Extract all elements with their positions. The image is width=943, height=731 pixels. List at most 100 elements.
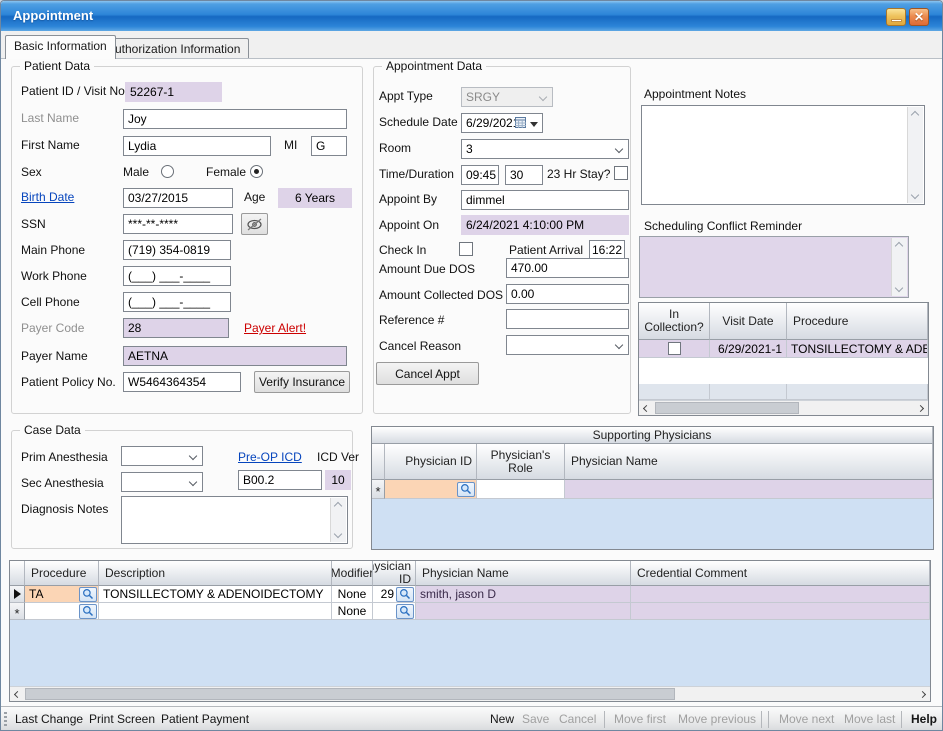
move-previous-button[interactable]: Move previous xyxy=(678,712,756,726)
move-last-button[interactable]: Move last xyxy=(844,712,895,726)
amount-due-field[interactable]: 470.00 xyxy=(506,258,629,278)
verify-insurance-button[interactable]: Verify Insurance xyxy=(254,371,350,393)
sp-physician-id-cell[interactable] xyxy=(385,480,477,499)
physician-id-search-button[interactable] xyxy=(457,482,475,497)
visit-grid-row[interactable]: 6/29/2021-1 TONSILLECTOMY & ADENOIDECTOM… xyxy=(639,340,928,358)
schedule-date-picker[interactable]: 6/29/2021 xyxy=(461,113,543,133)
ssn-reveal-button[interactable] xyxy=(241,213,268,235)
credential-comment-cell xyxy=(631,603,930,620)
reference-field[interactable] xyxy=(506,309,629,329)
time-field[interactable]: 09:45 xyxy=(461,165,499,185)
description-cell[interactable] xyxy=(99,603,332,620)
patient-arrival-label: Patient Arrival xyxy=(509,243,583,257)
check-in-label: Check In xyxy=(379,243,426,257)
birth-date-field[interactable]: 03/27/2015 xyxy=(123,188,233,208)
help-button[interactable]: Help xyxy=(911,712,937,726)
room-combo[interactable]: 3 xyxy=(461,139,629,159)
procedure-grid-row[interactable]: TA TONSILLECTOMY & ADENOIDECTOMY None 29 xyxy=(10,586,930,603)
minimize-button[interactable] xyxy=(886,8,906,26)
last-change-button[interactable]: Last Change xyxy=(15,712,83,726)
procedure-grid-new-row[interactable]: * None xyxy=(10,603,930,620)
prim-anesthesia-combo[interactable] xyxy=(121,446,203,466)
room-label: Room xyxy=(379,141,411,155)
toolbar-grip xyxy=(4,712,7,728)
physician-id-search-button[interactable] xyxy=(396,587,414,602)
schedule-date-value: 6/29/2021 xyxy=(466,116,519,130)
procedure-cell[interactable] xyxy=(25,603,99,620)
scrollbar-thumb[interactable] xyxy=(25,688,675,700)
physician-name-cell: smith, jason D xyxy=(416,586,631,603)
procedure-value: TA xyxy=(29,587,43,601)
save-button[interactable]: Save xyxy=(522,712,549,726)
sp-physician-role-cell[interactable] xyxy=(477,480,565,499)
tab-authorization-information[interactable]: Authorization Information xyxy=(98,38,249,58)
duration-field[interactable]: 30 xyxy=(505,165,543,185)
eye-slash-icon xyxy=(246,218,263,231)
visit-grid-hscrollbar[interactable] xyxy=(639,400,928,415)
procedure-grid: Procedure Description Modifier Physician… xyxy=(9,560,931,702)
preop-icd-link[interactable]: Pre-OP ICD xyxy=(238,450,302,464)
tab-basic-information[interactable]: Basic Information xyxy=(5,35,116,59)
ssn-field[interactable]: ***-**-**** xyxy=(123,214,233,234)
modifier-cell[interactable]: None xyxy=(332,586,373,603)
patient-arrival-field[interactable]: 16:22 xyxy=(589,240,625,260)
close-button[interactable]: ✕ xyxy=(909,8,929,26)
diagnosis-scrollbar[interactable] xyxy=(330,498,346,542)
credential-comment-cell xyxy=(631,586,930,603)
hr23-checkbox[interactable] xyxy=(614,166,628,180)
chevron-down-icon xyxy=(615,341,623,349)
check-in-checkbox[interactable] xyxy=(459,242,473,256)
move-next-button[interactable]: Move next xyxy=(779,712,834,726)
notes-scrollbar[interactable] xyxy=(907,107,923,203)
policy-field[interactable]: W5464364354 xyxy=(123,372,241,392)
print-screen-button[interactable]: Print Screen xyxy=(89,712,155,726)
male-radio[interactable] xyxy=(161,165,174,178)
first-name-label: First Name xyxy=(21,138,80,152)
procedure-search-button[interactable] xyxy=(79,604,97,619)
case-data-legend: Case Data xyxy=(20,423,85,437)
cancel-reason-combo[interactable] xyxy=(506,335,629,355)
appt-type-label: Appt Type xyxy=(379,89,433,103)
physician-id-cell[interactable]: 29 xyxy=(373,586,416,603)
work-phone-label: Work Phone xyxy=(21,269,87,283)
work-phone-field[interactable]: (___) ___-____ xyxy=(123,266,231,286)
patient-id-value: 52267-1 xyxy=(125,82,222,102)
appointment-window: Appointment ✕ Basic Information Authoriz… xyxy=(0,0,943,731)
preop-icd-field[interactable]: B00.2 xyxy=(238,470,322,490)
mi-field[interactable]: G xyxy=(311,136,347,156)
sec-anesthesia-combo[interactable] xyxy=(121,472,203,492)
modifier-cell[interactable]: None xyxy=(332,603,373,620)
scrollbar-thumb[interactable] xyxy=(655,402,799,414)
description-cell[interactable]: TONSILLECTOMY & ADENOIDECTOMY xyxy=(99,586,332,603)
birth-date-link[interactable]: Birth Date xyxy=(21,190,74,204)
cancel-appt-button[interactable]: Cancel Appt xyxy=(376,362,479,385)
appointment-notes-label: Appointment Notes xyxy=(644,87,746,101)
magnifier-icon xyxy=(82,588,94,600)
amount-collected-field[interactable]: 0.00 xyxy=(506,284,629,304)
main-phone-field[interactable]: (719) 354-0819 xyxy=(123,240,231,260)
diagnosis-notes-textarea[interactable] xyxy=(121,496,348,544)
cell-phone-label: Cell Phone xyxy=(21,295,80,309)
procedure-search-button[interactable] xyxy=(79,587,97,602)
appointment-notes-textarea[interactable] xyxy=(641,105,925,205)
patient-payment-button[interactable]: Patient Payment xyxy=(161,712,249,726)
physician-id-search-button[interactable] xyxy=(396,604,414,619)
cancel-button[interactable]: Cancel xyxy=(559,712,596,726)
appt-type-combo[interactable]: SRGY xyxy=(461,87,553,107)
procedure-cell[interactable]: TA xyxy=(25,586,99,603)
payer-alert-link[interactable]: Payer Alert! xyxy=(244,321,306,335)
conflict-scrollbar[interactable] xyxy=(891,238,907,296)
appoint-on-value: 6/24/2021 4:10:00 PM xyxy=(461,215,629,235)
procedure-grid-hscrollbar[interactable] xyxy=(10,686,930,701)
female-radio[interactable] xyxy=(250,165,263,178)
cell-phone-field[interactable]: (___) ___-____ xyxy=(123,292,231,312)
move-first-button[interactable]: Move first xyxy=(614,712,666,726)
last-name-field[interactable]: Joy xyxy=(123,109,347,129)
scroll-down-icon xyxy=(334,530,342,538)
appoint-by-field[interactable]: dimmel xyxy=(461,190,629,210)
first-name-field[interactable]: Lydia xyxy=(123,136,271,156)
in-collection-checkbox[interactable] xyxy=(668,342,681,355)
physician-id-cell[interactable] xyxy=(373,603,416,620)
scroll-down-icon xyxy=(911,191,919,199)
new-button[interactable]: New xyxy=(490,712,514,726)
